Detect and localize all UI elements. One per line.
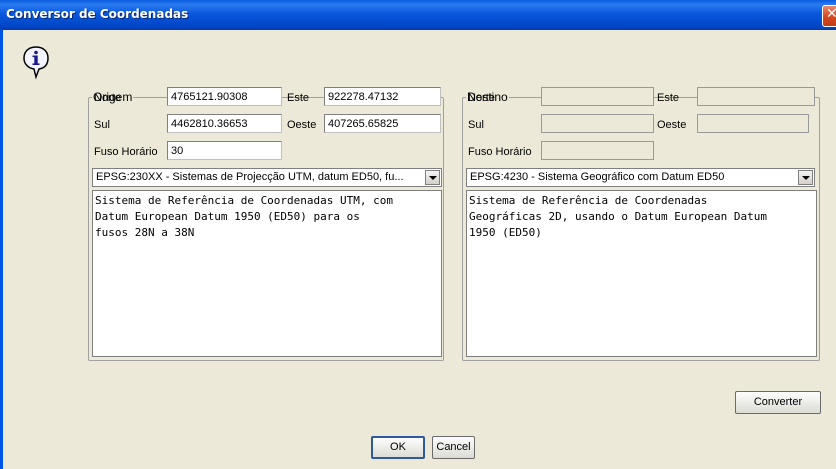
destino-este-input[interactable] xyxy=(697,87,815,106)
destino-fuso-input[interactable] xyxy=(541,141,654,160)
origem-sul-label: Sul xyxy=(94,119,110,131)
origem-este-input[interactable] xyxy=(324,87,441,106)
destino-crs-select[interactable]: EPSG:4230 - Sistema Geográfico com Datum… xyxy=(466,168,815,187)
destino-sul-label: Sul xyxy=(468,119,484,131)
destino-este-label: Este xyxy=(657,92,680,104)
origem-este-label: Este xyxy=(287,92,310,104)
origem-norte-input[interactable] xyxy=(167,87,282,106)
origem-norte-label: Norte xyxy=(94,92,121,104)
origem-oeste-input[interactable] xyxy=(324,114,441,133)
destino-sul-input[interactable] xyxy=(541,114,654,133)
origem-fuso-label: Fuso Horário xyxy=(94,146,158,158)
title-bar[interactable]: Conversor de Coordenadas ✕ xyxy=(0,0,836,30)
origem-description: Sistema de Referência de Coordenadas UTM… xyxy=(92,190,442,357)
chevron-down-icon[interactable] xyxy=(798,170,813,185)
destino-description: Sistema de Referência de Coordenadas Geo… xyxy=(466,190,817,357)
close-icon: ✕ xyxy=(826,6,836,22)
window-frame xyxy=(0,30,3,469)
convert-button[interactable]: Converter xyxy=(735,391,821,414)
origem-sul-input[interactable] xyxy=(167,114,282,133)
destino-norte-input[interactable] xyxy=(541,87,654,106)
ok-button[interactable]: OK xyxy=(371,436,425,459)
origem-fuso-input[interactable] xyxy=(167,141,282,160)
window-title: Conversor de Coordenadas xyxy=(6,7,189,21)
close-button[interactable]: ✕ xyxy=(822,5,836,27)
destino-fuso-label: Fuso Horário xyxy=(468,146,532,158)
origem-crs-select[interactable]: EPSG:230XX - Sistemas de Projecção UTM, … xyxy=(92,168,442,187)
destino-oeste-label: Oeste xyxy=(657,119,687,131)
info-icon xyxy=(23,46,49,80)
destino-oeste-input[interactable] xyxy=(697,114,809,133)
origem-oeste-label: Oeste xyxy=(287,119,317,131)
destino-crs-selected: EPSG:4230 - Sistema Geográfico com Datum… xyxy=(470,171,725,183)
destino-norte-label: Norte xyxy=(468,92,495,104)
origem-crs-selected: EPSG:230XX - Sistemas de Projecção UTM, … xyxy=(96,171,404,183)
cancel-button[interactable]: Cancel xyxy=(432,436,475,459)
coordinate-converter-dialog: Conversor de Coordenadas ✕ Origem Norte … xyxy=(0,0,836,469)
chevron-down-icon[interactable] xyxy=(425,170,440,185)
